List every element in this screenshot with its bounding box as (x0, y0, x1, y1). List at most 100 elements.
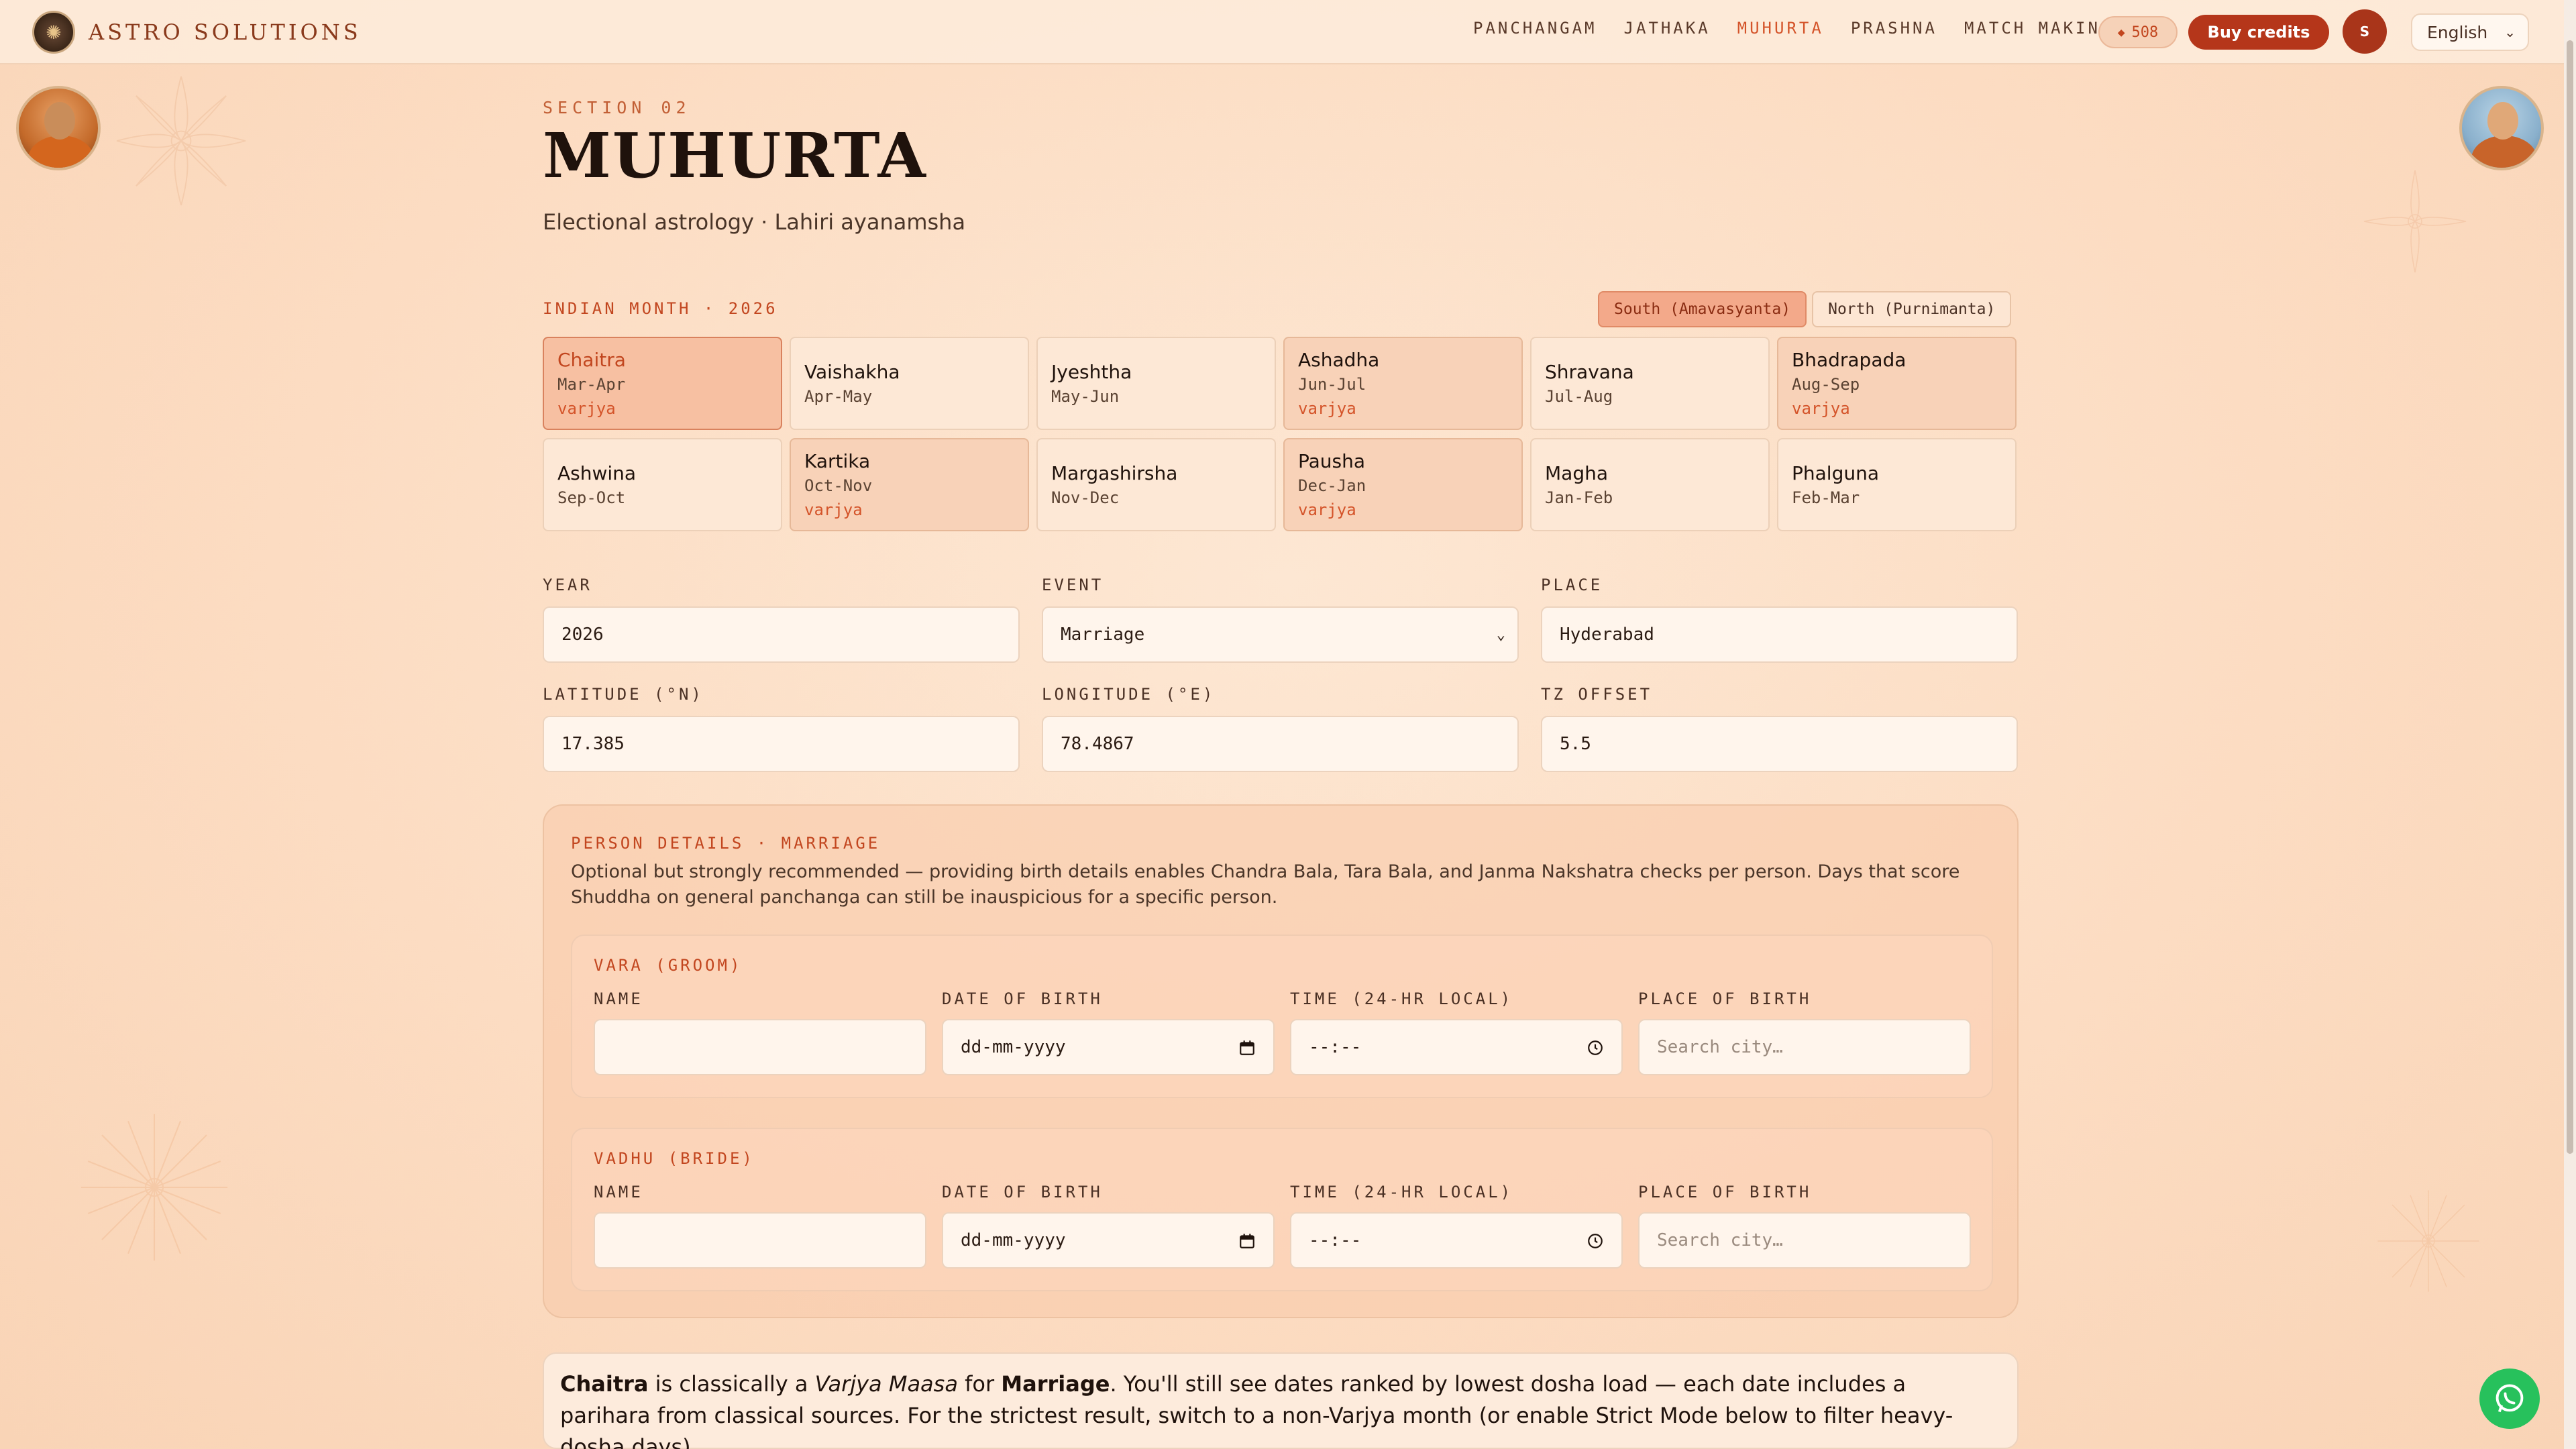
month-name: Shravana (1545, 361, 1634, 383)
month-card-shravana[interactable]: Shravana Jul-Aug (1530, 337, 1770, 430)
mandala-decoration (67, 1100, 241, 1275)
month-card-pausha[interactable]: Pausha Dec-Jan varjya (1283, 438, 1523, 531)
form-row-coordinates: LATITUDE (°N) 17.385 LONGITUDE (°E) 78.4… (543, 685, 2019, 772)
month-range: Jul-Aug (1545, 387, 1613, 406)
month-card-magha[interactable]: Magha Jan-Feb (1530, 438, 1770, 531)
month-name: Phalguna (1792, 462, 1879, 484)
bride-dob-input[interactable]: dd-mm-yyyy (942, 1212, 1275, 1269)
toggle-south-amavasyanta[interactable]: South (Amavasyanta) (1598, 291, 1807, 327)
time-label: TIME (24-HR LOCAL) (1290, 989, 1513, 1008)
calendar-icon[interactable] (1238, 1232, 1256, 1250)
month-card-jyeshtha[interactable]: Jyeshtha May-Jun (1036, 337, 1276, 430)
nav-item-muhurta[interactable]: MUHURTA (1737, 19, 1824, 38)
groom-title: VARA (GROOM) (594, 956, 743, 975)
user-avatar[interactable]: S (2343, 9, 2387, 54)
notice-text-2: for (957, 1371, 1002, 1397)
bride-pob-field: PLACE OF BIRTH Search city… (1638, 1183, 1971, 1269)
whatsapp-chat-button[interactable] (2479, 1368, 2540, 1429)
dob-label: DATE OF BIRTH (942, 989, 1103, 1008)
mandala-decoration (2348, 154, 2482, 288)
month-name: Margashirsha (1051, 462, 1178, 484)
tz-offset-label: TZ OFFSET (1541, 685, 1653, 704)
sage-avatar-left[interactable] (16, 86, 101, 170)
month-range: May-Jun (1051, 387, 1120, 406)
bride-time-input[interactable]: --:-- (1290, 1212, 1623, 1269)
notice-term: Varjya Maasa (814, 1371, 958, 1397)
month-card-ashadha[interactable]: Ashadha Jun-Jul varjya (1283, 337, 1523, 430)
mandala-decoration (2368, 1181, 2489, 1301)
sun-logo-icon: ✺ (32, 11, 75, 54)
groom-pob-field: PLACE OF BIRTH Search city… (1638, 989, 1971, 1075)
month-card-ashwina[interactable]: Ashwina Sep-Oct (543, 438, 782, 531)
tz-offset-input[interactable]: 5.5 (1541, 716, 2018, 772)
calendar-icon[interactable] (1238, 1039, 1256, 1057)
year-input[interactable]: 2026 (543, 606, 1020, 663)
language-select[interactable]: English ⌄ (2411, 13, 2529, 51)
event-select[interactable]: Marriage ⌄ (1042, 606, 1519, 663)
month-range: Sep-Oct (557, 488, 626, 507)
month-range: Dec-Jan (1298, 476, 1366, 495)
time-placeholder: --:-- (1309, 1037, 1362, 1057)
notice-text-1: is classically a (648, 1371, 815, 1397)
notice-month: Chaitra (560, 1371, 649, 1397)
bride-name-field: NAME (594, 1183, 926, 1269)
month-range: Oct-Nov (804, 476, 873, 495)
nav-item-panchangam[interactable]: PANCHANGAM (1473, 19, 1597, 38)
latitude-label: LATITUDE (°N) (543, 685, 704, 704)
month-card-chaitra[interactable]: Chaitra Mar-Apr varjya (543, 337, 782, 430)
clock-icon[interactable] (1587, 1232, 1604, 1250)
groom-card: VARA (GROOM) NAME DATE OF BIRTH dd-mm-yy… (571, 934, 1993, 1098)
scrollbar-thumb[interactable] (2567, 40, 2573, 1154)
month-range: Apr-May (804, 387, 873, 406)
month-grid: Chaitra Mar-Apr varjya Vaishakha Apr-May… (543, 337, 2019, 531)
month-name: Ashwina (557, 462, 637, 484)
bride-dob-field: DATE OF BIRTH dd-mm-yyyy (942, 1183, 1275, 1269)
event-label: EVENT (1042, 576, 1104, 594)
month-card-bhadrapada[interactable]: Bhadrapada Aug-Sep varjya (1777, 337, 2017, 430)
month-card-phalguna[interactable]: Phalguna Feb-Mar (1777, 438, 2017, 531)
page-scrollbar[interactable] (2564, 0, 2576, 1449)
whatsapp-icon (2496, 1384, 2524, 1413)
groom-dob-input[interactable]: dd-mm-yyyy (942, 1019, 1275, 1075)
place-label: PLACE (1541, 576, 1603, 594)
nav-item-prashna[interactable]: PRASHNA (1851, 19, 1937, 38)
sage-avatar-right[interactable] (2459, 86, 2544, 170)
month-card-margashirsha[interactable]: Margashirsha Nov-Dec (1036, 438, 1276, 531)
bride-fields: NAME DATE OF BIRTH dd-mm-yyyy TIME (24-H… (594, 1183, 1971, 1269)
clock-icon[interactable] (1587, 1039, 1604, 1057)
groom-time-input[interactable]: --:-- (1290, 1019, 1623, 1075)
bride-place-of-birth-input[interactable]: Search city… (1638, 1212, 1971, 1269)
bride-card: VADHU (BRIDE) NAME DATE OF BIRTH dd-mm-y… (571, 1128, 1993, 1291)
month-card-vaishakha[interactable]: Vaishakha Apr-May (790, 337, 1029, 430)
bride-name-input[interactable] (594, 1212, 926, 1269)
pob-label: PLACE OF BIRTH (1638, 989, 1812, 1008)
longitude-input[interactable]: 78.4867 (1042, 716, 1519, 772)
groom-time-field: TIME (24-HR LOCAL) --:-- (1290, 989, 1623, 1075)
credits-badge: ◆ 508 (2098, 16, 2178, 48)
calendar-system-toggle: South (Amavasyanta) North (Purnimanta) (1593, 291, 2012, 327)
name-label: NAME (594, 989, 643, 1008)
latitude-input[interactable]: 17.385 (543, 716, 1020, 772)
buy-credits-button[interactable]: Buy credits (2188, 15, 2329, 50)
credits-count: 508 (2131, 23, 2159, 41)
groom-name-input[interactable] (594, 1019, 926, 1075)
month-name: Bhadrapada (1792, 349, 1907, 371)
nav-item-match-making[interactable]: MATCH MAKING (1964, 19, 2112, 38)
diamond-icon: ◆ (2117, 25, 2125, 40)
city-search-placeholder: Search city… (1657, 1037, 1783, 1057)
section-eyebrow: SECTION 02 (543, 98, 691, 117)
nav-item-jathaka[interactable]: JATHAKA (1624, 19, 1711, 38)
place-input[interactable]: Hyderabad (1541, 606, 2018, 663)
brand[interactable]: ✺ ASTRO SOLUTIONS (32, 11, 362, 54)
form-row-year-event-place: YEAR 2026 EVENT Marriage ⌄ PLACE Hyderab… (543, 576, 2019, 663)
toggle-north-purnimanta[interactable]: North (Purnimanta) (1812, 291, 2012, 327)
person-details-description: Optional but strongly recommended — prov… (571, 861, 1960, 908)
month-range: Feb-Mar (1792, 488, 1860, 507)
dob-placeholder: dd-mm-yyyy (961, 1230, 1066, 1250)
groom-place-of-birth-input[interactable]: Search city… (1638, 1019, 1971, 1075)
dob-placeholder: dd-mm-yyyy (961, 1037, 1066, 1057)
varjya-notice: Chaitra is classically a Varjya Maasa fo… (543, 1352, 2019, 1449)
time-label: TIME (24-HR LOCAL) (1290, 1183, 1513, 1201)
page-subtitle: Electional astrology · Lahiri ayanamsha (543, 209, 966, 235)
month-card-kartika[interactable]: Kartika Oct-Nov varjya (790, 438, 1029, 531)
